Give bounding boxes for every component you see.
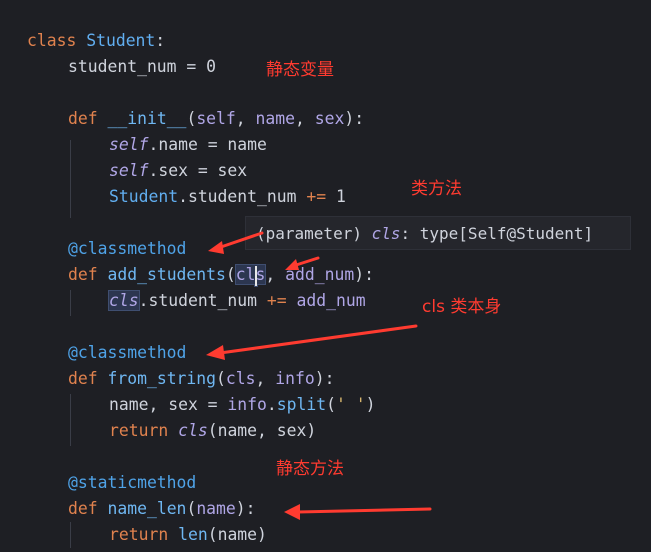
arrow — [218, 324, 418, 355]
annotation-arrows — [206, 231, 432, 520]
arrow — [296, 507, 432, 514]
arrowhead — [284, 504, 300, 520]
arrowhead — [208, 241, 224, 254]
arrow — [216, 231, 264, 250]
arrowhead — [285, 259, 299, 270]
arrowhead — [206, 345, 225, 360]
